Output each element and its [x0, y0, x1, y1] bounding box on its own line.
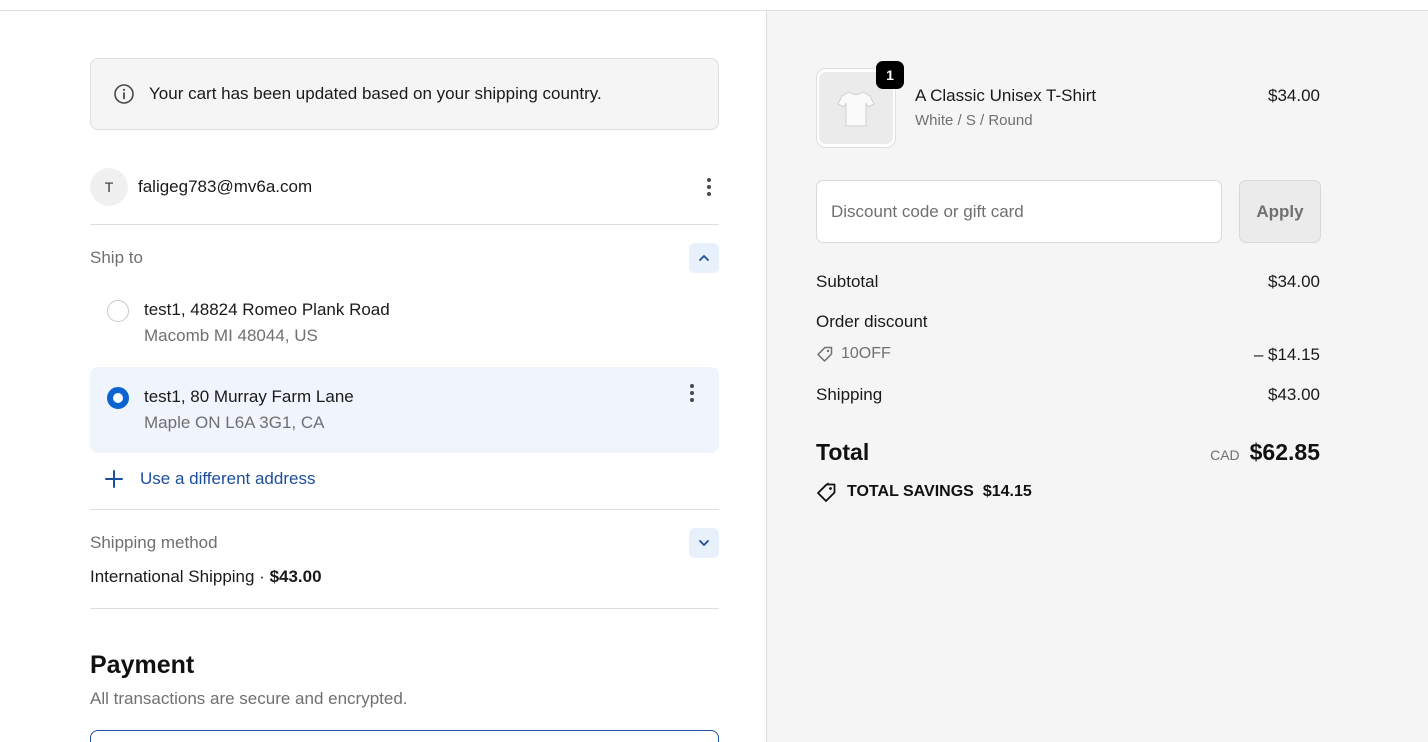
- cart-updated-banner: Your cart has been updated based on your…: [90, 58, 719, 130]
- total-savings-value: $14.15: [982, 483, 1032, 500]
- tshirt-icon: [837, 91, 875, 127]
- avatar: T: [90, 168, 128, 206]
- quantity-badge: 1: [876, 61, 904, 89]
- shipping-method-expand-button[interactable]: [689, 528, 719, 558]
- address-option-1[interactable]: test1, 48824 Romeo Plank Road Macomb MI …: [90, 287, 719, 359]
- banner-text: Your cart has been updated based on your…: [149, 84, 602, 103]
- payment-title: Payment: [90, 651, 195, 679]
- total-value: $62.85: [1249, 439, 1320, 465]
- plus-icon: [105, 470, 123, 488]
- address-line1: test1, 48824 Romeo Plank Road: [144, 300, 390, 319]
- address-line1: test1, 80 Murray Farm Lane: [144, 387, 354, 406]
- order-summary: 1 A Classic Unisex T-Shirt White / S / R…: [766, 11, 1428, 742]
- contact-row: T faligeg783@mv6a.com: [90, 168, 719, 225]
- more-icon: [707, 178, 711, 182]
- discount-code-input[interactable]: [816, 180, 1222, 243]
- shipping-method-price: $43.00: [269, 567, 322, 586]
- shipping-method-name: International Shipping ·: [90, 567, 270, 586]
- tag-icon: [817, 346, 833, 362]
- currency-code: CAD: [1210, 447, 1240, 463]
- section-divider: [90, 608, 719, 609]
- product-name: A Classic Unisex T-Shirt: [915, 86, 1097, 105]
- address-menu-button[interactable]: [682, 381, 702, 405]
- chevron-down-icon: [699, 540, 709, 546]
- total-amount: CAD $62.85: [1210, 439, 1320, 466]
- subtotal-value: $34.00: [1268, 272, 1320, 291]
- ship-to-label: Ship to: [90, 248, 143, 267]
- more-icon: [690, 384, 694, 388]
- discount-code-row: 10OFF: [816, 345, 891, 363]
- order-discount-label: Order discount: [816, 312, 928, 331]
- ship-to-collapse-button[interactable]: [689, 243, 719, 273]
- subtotal-label: Subtotal: [816, 272, 879, 291]
- checkout-main: Your cart has been updated based on your…: [0, 11, 766, 742]
- contact-menu-button[interactable]: [699, 175, 719, 199]
- shipping-value: $43.00: [1268, 385, 1320, 404]
- total-savings: TOTAL SAVINGS $14.15: [816, 481, 1032, 503]
- payment-options-box[interactable]: [90, 730, 719, 742]
- shipping-method-value: International Shipping · $43.00: [90, 567, 322, 587]
- use-different-address-label: Use a different address: [140, 469, 316, 488]
- shipping-label: Shipping: [816, 385, 883, 404]
- address-option-2[interactable]: test1, 80 Murray Farm Lane Maple ON L6A …: [90, 367, 719, 453]
- info-icon: [113, 83, 135, 105]
- address-line2: Macomb MI 48044, US: [144, 326, 318, 345]
- shipping-method-label: Shipping method: [90, 533, 218, 552]
- product-price: $34.00: [1268, 86, 1320, 105]
- payment-subtitle: All transactions are secure and encrypte…: [90, 689, 408, 708]
- address-radio-2[interactable]: [107, 387, 129, 409]
- savings-tag-icon: [817, 482, 836, 502]
- apply-discount-button[interactable]: Apply: [1239, 180, 1321, 243]
- product-variant: White / S / Round: [915, 112, 1033, 129]
- address-line2: Maple ON L6A 3G1, CA: [144, 413, 325, 432]
- total-label: Total: [816, 439, 870, 465]
- address-radio-1[interactable]: [107, 300, 129, 322]
- chevron-up-icon: [699, 255, 709, 261]
- contact-email: faligeg783@mv6a.com: [138, 177, 313, 196]
- total-savings-label: TOTAL SAVINGS: [847, 483, 974, 500]
- use-different-address-link[interactable]: Use a different address: [104, 469, 315, 489]
- discount-value: – $14.15: [1253, 345, 1320, 364]
- section-divider: [90, 509, 719, 510]
- discount-code: 10OFF: [841, 345, 891, 362]
